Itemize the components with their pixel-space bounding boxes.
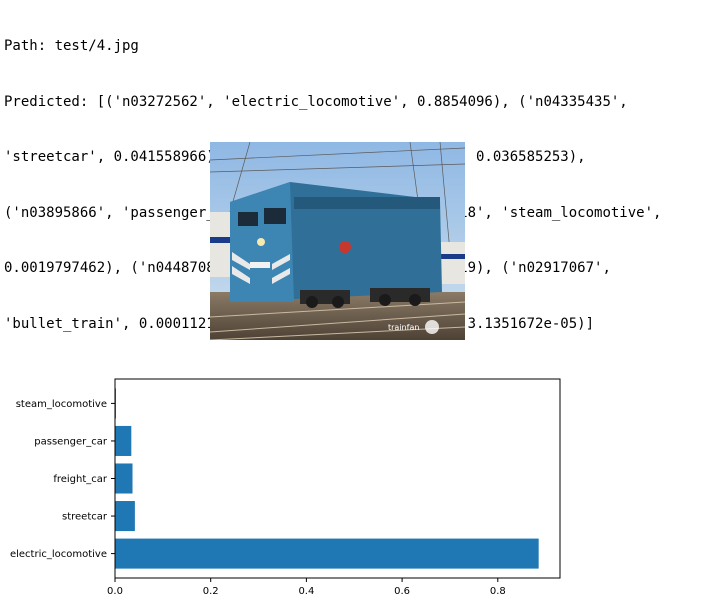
watermark-text: trainfan [388, 323, 419, 332]
xtick-label: 0.0 [107, 586, 123, 597]
ytick-label: steam_locomotive [16, 399, 107, 410]
path-line: Path: test/4.jpg [4, 38, 139, 54]
predicted-line-1: Predicted: [('n03272562', 'electric_loco… [4, 93, 628, 110]
locomotive-photo: trainfan [210, 142, 465, 340]
ytick-label: electric_locomotive [10, 549, 107, 560]
bar-chart-svg: electric_locomotive streetcar freight_car p… [10, 378, 561, 597]
xtick-label: 0.2 [203, 586, 219, 597]
bar-passenger-car [115, 425, 132, 456]
xtick-label: 0.4 [298, 586, 314, 597]
ytick-label: streetcar [62, 512, 108, 523]
bar-freight-car [115, 463, 133, 494]
xtick-label: 0.6 [394, 586, 410, 597]
xtick-label: 0.8 [490, 586, 506, 597]
bar-streetcar [115, 501, 135, 532]
ytick-label: freight_car [53, 474, 108, 485]
probability-bar-chart: electric_locomotive streetcar freight_car p… [0, 370, 708, 601]
bar-electric-locomotive [115, 538, 539, 569]
ytick-label: passenger_car [34, 436, 108, 447]
